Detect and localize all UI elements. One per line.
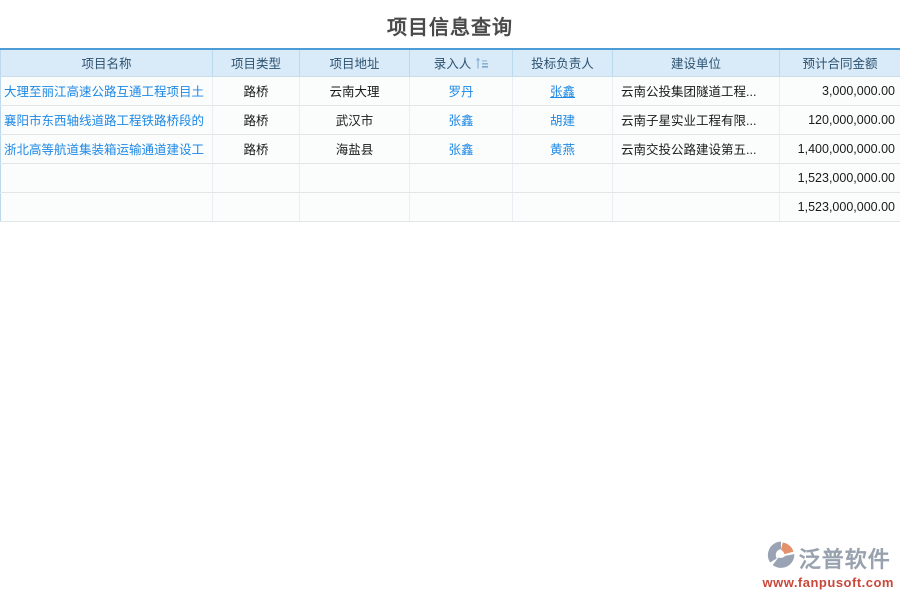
project-name-link[interactable]: 襄阳市东西轴线道路工程铁路桥段的 — [4, 114, 204, 128]
table-header: 项目名称 项目类型 项目地址 录入人 投标负责人 建设单 — [1, 49, 900, 76]
bid-manager-link[interactable]: 黄燕 — [550, 143, 575, 157]
fanpu-logo-icon — [766, 540, 796, 575]
table-row: 浙北高等航道集装箱运输通道建设工 路桥 海盐县 张鑫 黄燕 云南交投公路建设第五… — [1, 134, 900, 163]
page-title: 项目信息查询 — [0, 0, 900, 48]
cell-project-type: 路桥 — [213, 76, 300, 105]
col-header-contract-amount[interactable]: 预计合同金额 — [780, 49, 900, 76]
cell-empty — [300, 192, 410, 221]
cell-project-type: 路桥 — [213, 134, 300, 163]
grandtotal-row: 1,523,000,000.00 — [1, 192, 900, 221]
table-row: 大理至丽江高速公路互通工程项目土 路桥 云南大理 罗丹 张鑫 云南公投集团隧道工… — [1, 76, 900, 105]
cell-construction-unit: 云南公投集团隧道工程... — [613, 76, 780, 105]
cell-project-name: 浙北高等航道集装箱运输通道建设工 — [1, 134, 213, 163]
bid-manager-link[interactable]: 张鑫 — [550, 85, 575, 99]
cell-project-address: 武汉市 — [300, 105, 410, 134]
entry-person-link[interactable]: 张鑫 — [448, 143, 473, 157]
cell-empty — [410, 163, 513, 192]
vendor-watermark: 泛普软件 www.fanpusoft.com — [762, 540, 894, 590]
table-header-row: 项目名称 项目类型 项目地址 录入人 投标负责人 建设单 — [1, 49, 900, 76]
cell-contract-amount: 1,400,000,000.00 — [780, 134, 900, 163]
entry-person-link[interactable]: 张鑫 — [448, 114, 473, 128]
project-table: 项目名称 项目类型 项目地址 录入人 投标负责人 建设单 — [0, 48, 900, 222]
col-header-entry-person[interactable]: 录入人 — [410, 49, 513, 76]
project-name-link[interactable]: 浙北高等航道集装箱运输通道建设工 — [4, 143, 204, 157]
cell-empty — [613, 163, 780, 192]
cell-construction-unit: 云南交投公路建设第五... — [613, 134, 780, 163]
cell-project-type: 路桥 — [213, 105, 300, 134]
col-header-construction-unit[interactable]: 建设单位 — [613, 49, 780, 76]
cell-empty — [213, 192, 300, 221]
cell-contract-amount: 3,000,000.00 — [780, 76, 900, 105]
cell-empty — [300, 163, 410, 192]
brand-name: 泛普软件 — [799, 542, 891, 574]
cell-entry-person: 张鑫 — [410, 105, 513, 134]
col-header-project-address[interactable]: 项目地址 — [300, 49, 410, 76]
sort-amount-icon[interactable] — [475, 57, 488, 72]
cell-empty — [410, 192, 513, 221]
cell-bid-manager: 胡建 — [513, 105, 613, 134]
col-header-bid-manager[interactable]: 投标负责人 — [513, 49, 613, 76]
cell-bid-manager: 黄燕 — [513, 134, 613, 163]
cell-bid-manager: 张鑫 — [513, 76, 613, 105]
brand-url[interactable]: www.fanpusoft.com — [762, 575, 894, 590]
cell-empty — [513, 192, 613, 221]
cell-grandtotal-amount: 1,523,000,000.00 — [780, 192, 900, 221]
entry-person-link[interactable]: 罗丹 — [448, 85, 473, 99]
cell-entry-person: 罗丹 — [410, 76, 513, 105]
cell-empty — [1, 192, 213, 221]
cell-contract-amount: 120,000,000.00 — [780, 105, 900, 134]
cell-subtotal-amount: 1,523,000,000.00 — [780, 163, 900, 192]
cell-empty — [513, 163, 613, 192]
cell-empty — [213, 163, 300, 192]
col-header-project-name[interactable]: 项目名称 — [1, 49, 213, 76]
cell-project-name: 大理至丽江高速公路互通工程项目土 — [1, 76, 213, 105]
col-header-entry-person-label: 录入人 — [434, 57, 472, 71]
subtotal-row: 1,523,000,000.00 — [1, 163, 900, 192]
cell-project-address: 云南大理 — [300, 76, 410, 105]
cell-project-name: 襄阳市东西轴线道路工程铁路桥段的 — [1, 105, 213, 134]
cell-empty — [1, 163, 213, 192]
project-name-link[interactable]: 大理至丽江高速公路互通工程项目土 — [4, 85, 204, 99]
cell-empty — [613, 192, 780, 221]
project-info-query-page: 项目信息查询 项目名称 项目类型 项目地址 录入人 — [0, 0, 900, 600]
cell-project-address: 海盐县 — [300, 134, 410, 163]
cell-construction-unit: 云南子星实业工程有限... — [613, 105, 780, 134]
bid-manager-link[interactable]: 胡建 — [550, 114, 575, 128]
cell-entry-person: 张鑫 — [410, 134, 513, 163]
col-header-project-type[interactable]: 项目类型 — [213, 49, 300, 76]
table-row: 襄阳市东西轴线道路工程铁路桥段的 路桥 武汉市 张鑫 胡建 云南子星实业工程有限… — [1, 105, 900, 134]
